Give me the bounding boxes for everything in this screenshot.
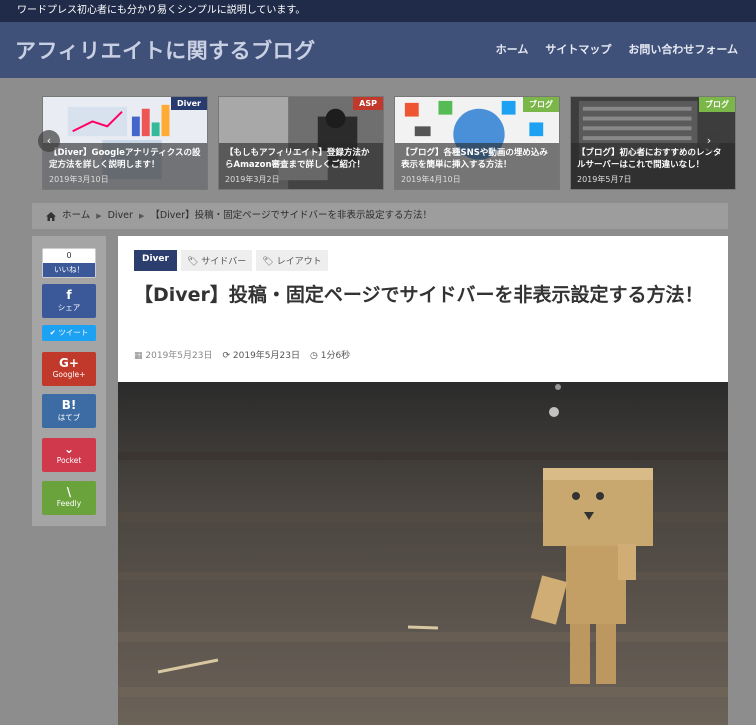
top-notice-text: ワードプレス初心者にも分かり易くシンプルに説明しています。 xyxy=(17,5,306,16)
hatena-icon: B! xyxy=(61,398,77,412)
slide-3-caption: 【ブログ】各種SNSや動画の埋め込み表示を簡単に挿入する方法！ 2019年4月1… xyxy=(395,143,559,189)
breadcrumb: ホーム ▶ Diver ▶ 【Diver】投稿・固定ページでサイドバーを非表示設… xyxy=(32,203,728,229)
like-label: いいね！ xyxy=(43,263,95,277)
twitter-share-button[interactable]: ✔ ツイート xyxy=(42,325,96,341)
slide-1-badge: Diver xyxy=(171,97,207,110)
pocket-button[interactable]: ⌄ Pocket xyxy=(42,438,96,472)
facebook-icon: f xyxy=(66,288,72,302)
slide-2-badge: ASP xyxy=(353,97,383,110)
like-count: 0 xyxy=(66,251,72,260)
tag-icon: 🏷 xyxy=(262,257,274,267)
slide-2-title: 【もしもアフィリエイト】登録方法からAmazon審査まで詳しくご紹介！ xyxy=(225,148,370,170)
published-date: ▦ 2019年5月23日 xyxy=(134,348,212,361)
share-sidebar: 0 いいね！ f シェア ✔ ツイート G+ Google+ B! はてブ ⌄ … xyxy=(32,236,106,526)
twitter-icon: ✔ xyxy=(49,328,56,337)
hatena-label: はてブ xyxy=(57,413,81,422)
slide-4-date: 2019年5月7日 xyxy=(577,175,632,184)
chevron-right-icon: › xyxy=(706,134,712,147)
article-tags: Diver 🏷 サイドバー 🏷 レイアウト xyxy=(134,250,328,271)
chevron-right-icon: ▶ xyxy=(96,212,102,220)
slide-1-caption: 【Diver】Googleアナリティクスの設定方法を詳しく説明します！ 2019… xyxy=(43,143,207,189)
chevron-left-icon: ‹ xyxy=(46,134,52,147)
updated-date-text: 2019年5月23日 xyxy=(232,351,300,361)
breadcrumb-category[interactable]: Diver xyxy=(108,203,133,229)
main-nav: ホーム サイトマップ お問い合わせフォーム xyxy=(496,41,738,57)
rss-icon: \ xyxy=(66,485,72,499)
slider-prev-button[interactable]: ‹ xyxy=(38,130,60,152)
published-date-text: 2019年5月23日 xyxy=(145,351,213,361)
google-plus-label: Google+ xyxy=(52,370,86,379)
article-meta: ▦ 2019年5月23日 ⟳ 2019年5月23日 ◷ 1分6秒 xyxy=(134,348,350,361)
slide-2[interactable]: ASP 【もしもアフィリエイト】登録方法からAmazon審査まで詳しくご紹介！ … xyxy=(218,96,384,190)
hatena-bookmark-button[interactable]: B! はてブ xyxy=(42,394,96,428)
slide-1-title: 【Diver】Googleアナリティクスの設定方法を詳しく説明します！ xyxy=(49,148,201,170)
updated-date: ⟳ 2019年5月23日 xyxy=(222,348,300,361)
calendar-icon: ▦ xyxy=(134,351,143,361)
slide-3-badge: ブログ xyxy=(523,97,559,112)
chevron-right-icon: ▶ xyxy=(138,212,145,220)
nav-contact[interactable]: お問い合わせフォーム xyxy=(628,41,738,57)
article-card: Diver 🏷 サイドバー 🏷 レイアウト 【Diver】投稿・固定ページでサイ… xyxy=(118,236,728,725)
slide-1-date: 2019年3月10日 xyxy=(49,175,109,184)
google-plus-icon: G+ xyxy=(59,356,79,370)
google-plus-share-button[interactable]: G+ Google+ xyxy=(42,352,96,386)
tag-icon: 🏷 xyxy=(186,257,199,267)
slide-3-date: 2019年4月10日 xyxy=(401,175,461,184)
twitter-share-label: ツイート xyxy=(58,328,89,337)
feedly-button[interactable]: \ Feedly xyxy=(42,481,96,515)
site-title[interactable]: アフィリエイトに関するブログ xyxy=(15,35,316,65)
slide-2-date: 2019年3月2日 xyxy=(225,175,280,184)
tag-label: サイドバー xyxy=(201,257,247,267)
home-icon xyxy=(46,211,56,221)
article-title: 【Diver】投稿・固定ページでサイドバーを非表示設定する方法！ xyxy=(134,284,704,306)
slide-2-caption: 【もしもアフィリエイト】登録方法からAmazon審査まで詳しくご紹介！ 2019… xyxy=(219,143,383,189)
pocket-icon: ⌄ xyxy=(63,442,75,456)
facebook-share-label: シェア xyxy=(57,303,81,312)
top-notice-bar: ワードプレス初心者にも分かり易くシンプルに説明しています。 xyxy=(0,0,756,22)
nav-sitemap[interactable]: サイトマップ xyxy=(545,41,611,57)
pocket-label: Pocket xyxy=(56,456,82,465)
hero-image xyxy=(118,382,728,725)
site-header: アフィリエイトに関するブログ ホーム サイトマップ お問い合わせフォーム xyxy=(0,22,756,78)
category-badge[interactable]: Diver xyxy=(134,250,177,271)
slide-4-badge: ブログ xyxy=(699,97,735,112)
tag-label: レイアウト xyxy=(276,257,322,267)
refresh-icon: ⟳ xyxy=(222,351,231,361)
clock-icon: ◷ xyxy=(310,351,318,361)
feedly-label: Feedly xyxy=(56,499,82,508)
tag-sidebar[interactable]: 🏷 サイドバー xyxy=(180,250,253,271)
nav-home[interactable]: ホーム xyxy=(496,41,529,57)
breadcrumb-current: 【Diver】投稿・固定ページでサイドバーを非表示設定する方法！ xyxy=(150,210,432,221)
slide-1[interactable]: Diver 【Diver】Googleアナリティクスの設定方法を詳しく説明します… xyxy=(42,96,208,190)
breadcrumb-home[interactable]: ホーム xyxy=(62,203,90,229)
slide-3-title: 【ブログ】各種SNSや動画の埋め込み表示を簡単に挿入する方法！ xyxy=(401,148,548,170)
like-button[interactable]: 0 いいね！ xyxy=(42,248,96,278)
featured-slider: Diver 【Diver】Googleアナリティクスの設定方法を詳しく説明します… xyxy=(32,96,736,278)
slide-3[interactable]: ブログ 【ブログ】各種SNSや動画の埋め込み表示を簡単に挿入する方法！ 2019… xyxy=(394,96,560,190)
facebook-share-button[interactable]: f シェア xyxy=(42,284,96,318)
read-time-text: 1分6秒 xyxy=(320,351,351,361)
read-time: ◷ 1分6秒 xyxy=(310,348,350,361)
tag-layout[interactable]: 🏷 レイアウト xyxy=(256,250,328,271)
slider-next-button[interactable]: › xyxy=(698,130,720,152)
